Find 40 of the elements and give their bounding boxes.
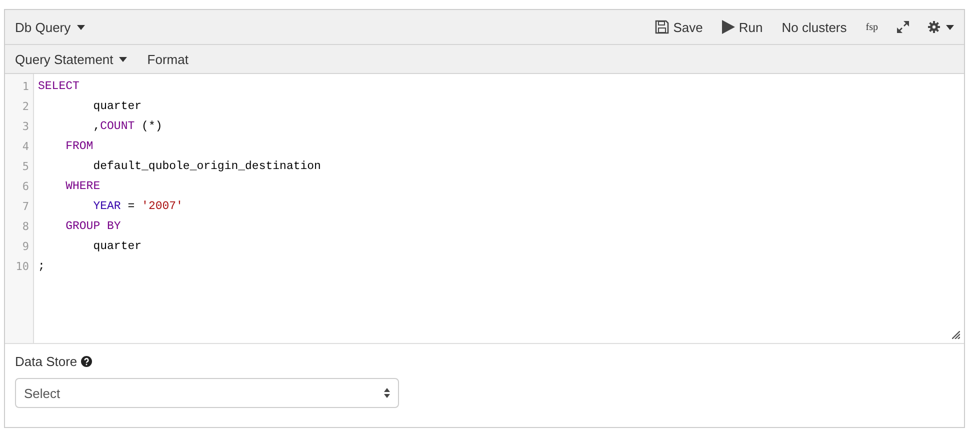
data-store-label: Data Store xyxy=(15,354,78,369)
line-number: 3 xyxy=(21,120,30,135)
code-line: quarter xyxy=(92,240,143,255)
code-line: quarter xyxy=(92,100,143,115)
line-number: 10 xyxy=(14,260,30,275)
caret-icon xyxy=(946,24,954,30)
line-number: 5 xyxy=(21,160,30,175)
data-store-select[interactable]: Select xyxy=(15,378,399,408)
line-number: 9 xyxy=(21,240,30,255)
query-statement-menu[interactable]: Query Statement xyxy=(15,52,128,66)
code-line: YEAR = '2007' xyxy=(92,200,184,215)
line-number: 7 xyxy=(21,200,30,215)
sort-arrows-icon xyxy=(384,388,390,398)
code-line: WHERE xyxy=(64,180,102,195)
save-button[interactable]: Save xyxy=(655,20,703,34)
line-number: 2 xyxy=(21,100,30,115)
help-icon[interactable] xyxy=(81,356,92,367)
code-line: ,COUNT (*) xyxy=(92,120,164,135)
line-number: 1 xyxy=(21,80,30,95)
expand-icon[interactable] xyxy=(897,21,909,33)
format-button[interactable]: Format xyxy=(147,52,188,66)
fsp-button[interactable]: fsp xyxy=(866,22,878,32)
line-number: 6 xyxy=(21,180,30,195)
run-button[interactable]: Run xyxy=(722,20,763,34)
code-line: default_qubole_origin_destination xyxy=(92,160,322,175)
code-line: GROUP BY xyxy=(64,220,122,235)
settings-icon xyxy=(928,21,940,33)
play-icon xyxy=(722,20,735,34)
cluster-selector[interactable]: No clusters xyxy=(782,20,847,34)
caret-icon xyxy=(76,24,85,30)
code-line: FROM xyxy=(64,140,94,155)
code-line: ; xyxy=(38,260,46,275)
settings-menu[interactable] xyxy=(928,21,954,33)
caret-icon xyxy=(119,56,128,62)
code-editor[interactable]: 1 2 3 4 5 6 7 8 9 10 SELECT quarter ,COUNT (*) FROM default_qubole_origin_destination WHERE YEAR = '2007' GROUP BY quarter ; xyxy=(5,74,964,344)
code-line: SELECT xyxy=(38,80,80,95)
line-number: 8 xyxy=(21,220,30,235)
line-number: 4 xyxy=(21,140,30,155)
query-type-menu[interactable]: Db Query xyxy=(15,20,85,34)
resize-grip-icon[interactable] xyxy=(952,331,960,339)
